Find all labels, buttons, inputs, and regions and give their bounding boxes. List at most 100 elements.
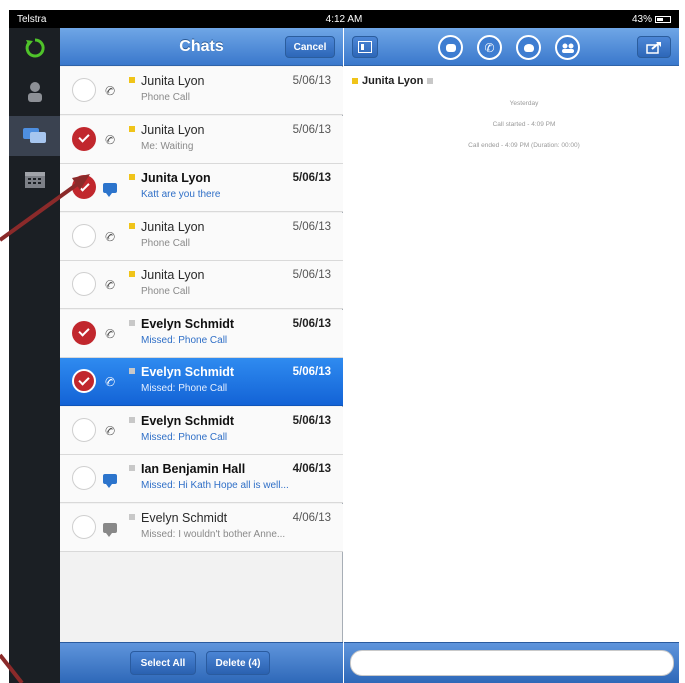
selection-checkbox[interactable]	[72, 369, 96, 393]
message-date: 5/06/13	[292, 366, 331, 378]
chat-list-item[interactable]: Evelyn Schmidt Missed: I wouldn't bother …	[60, 503, 343, 552]
carrier-label: Telstra	[17, 13, 47, 25]
message-preview: Missed: Phone Call	[141, 383, 228, 394]
contact-name: Evelyn Schmidt	[141, 510, 228, 525]
chat-list-item[interactable]: ✆ Junita Lyon Phone Call 5/06/13	[60, 67, 343, 115]
person-icon	[27, 82, 42, 102]
presence-indicator	[129, 465, 135, 471]
contact-name: Evelyn Schmidt	[141, 413, 235, 428]
app-sidebar	[9, 28, 60, 683]
chat-list-item[interactable]: ✆ Evelyn Schmidt Missed: Phone Call 5/06/13	[60, 309, 343, 358]
phone-icon: ✆	[484, 40, 495, 55]
chat-bubble-gray-icon	[102, 520, 118, 537]
chat-list-item[interactable]: Ian Benjamin Hall Missed: Hi Kath Hope al…	[60, 455, 343, 503]
calendar-icon	[24, 172, 45, 188]
chat-list-header: Chats Cancel	[60, 28, 343, 66]
call-action-button[interactable]: ✆	[477, 35, 502, 60]
status-bar: Telstra 4:12 AM 43%	[9, 10, 679, 28]
contact-name: Junita Lyon	[141, 74, 205, 88]
call-started-line: Call started - 4:09 PM	[492, 121, 556, 128]
group-action-button[interactable]	[555, 35, 580, 60]
delete-button[interactable]: Delete (4)	[206, 651, 270, 675]
chat-list-item[interactable]: ✆ Junita Lyon Me: Waiting 5/06/13	[60, 115, 343, 164]
selection-checkbox[interactable]	[72, 320, 96, 345]
message-date: 5/06/13	[292, 269, 331, 281]
chat-list-item[interactable]: ✆ Junita Lyon Phone Call 5/06/13	[60, 261, 343, 309]
presence-indicator	[129, 174, 135, 180]
phone-icon: ✆	[102, 422, 118, 439]
select-all-button[interactable]: Select All	[130, 651, 196, 675]
share-button[interactable]	[637, 36, 671, 58]
presence-indicator	[129, 319, 135, 326]
contact-name: Evelyn Schmidt	[141, 365, 235, 379]
message-date: 5/06/13	[292, 414, 331, 427]
selection-checkbox[interactable]	[72, 223, 96, 248]
chat-list-panel: Chats Cancel ✆ Junita Lyon Phone Call 5/06/…	[60, 28, 343, 683]
message-preview: Missed: Hi Kath Hope all is well...	[141, 480, 289, 491]
presence-indicator	[129, 368, 135, 374]
conversation-contact: Junita Lyon	[352, 73, 434, 89]
rail-contacts-button[interactable]	[9, 72, 60, 112]
chat-bubble-icon	[102, 180, 118, 197]
rail-refresh-button[interactable]	[9, 28, 60, 68]
contact-name: Evelyn Schmidt	[141, 316, 235, 331]
voicemail-action-button[interactable]	[516, 35, 541, 60]
conversation-date: Yesterday	[509, 100, 539, 107]
presence-indicator	[129, 416, 135, 423]
voicemail-icon	[523, 43, 534, 52]
battery-icon	[655, 15, 671, 23]
selection-checkbox[interactable]	[72, 417, 96, 442]
conversation-panel: ✆ Junita Lyon Yesterday Call started - 4…	[344, 28, 679, 683]
cancel-button[interactable]: Cancel	[285, 36, 335, 58]
rail-chats-button[interactable]	[9, 116, 60, 156]
contact-name: Ian Benjamin Hall	[141, 462, 246, 476]
presence-indicator	[352, 78, 358, 84]
message-preview: Missed: Phone Call	[141, 334, 228, 346]
refresh-icon	[25, 38, 45, 58]
chat-list-item[interactable]: Junita Lyon Katt are you there 5/06/13	[60, 164, 343, 212]
contact-card-icon	[358, 41, 372, 53]
phone-icon: ✆	[102, 228, 118, 245]
conversation-contact-name: Junita Lyon	[362, 75, 424, 87]
chat-bubble-icon	[102, 471, 118, 488]
share-icon	[646, 41, 661, 54]
battery-percent: 43%	[631, 13, 652, 25]
phone-icon: ✆	[102, 276, 118, 294]
chat-icon	[445, 43, 456, 52]
chat-list-item[interactable]: ✆ Evelyn Schmidt Missed: Phone Call 5/06/13	[60, 406, 343, 455]
call-ended-line: Call ended - 4:09 PM (Duration: 00:00)	[468, 142, 580, 149]
message-input[interactable]	[350, 650, 674, 676]
presence-indicator	[129, 222, 135, 229]
selection-checkbox[interactable]	[72, 78, 96, 102]
contact-card-button[interactable]	[352, 36, 378, 58]
status-square-icon	[427, 78, 434, 84]
message-preview: Phone Call	[141, 286, 190, 297]
selection-checkbox[interactable]	[72, 126, 96, 151]
chat-list-footer: Select All Delete (4)	[60, 642, 343, 683]
clock: 4:12 AM	[325, 13, 363, 25]
message-preview: Phone Call	[141, 237, 190, 249]
chat-icon	[22, 128, 46, 143]
contact-name: Junita Lyon	[141, 268, 205, 282]
selection-checkbox[interactable]	[72, 272, 96, 296]
selection-checkbox[interactable]	[72, 466, 96, 490]
presence-indicator	[129, 125, 135, 132]
selection-checkbox[interactable]	[72, 514, 96, 539]
presence-indicator	[129, 77, 135, 83]
chat-action-button[interactable]	[438, 35, 463, 60]
message-preview: Katt are you there	[141, 189, 221, 200]
message-preview: Missed: Phone Call	[141, 431, 228, 443]
phone-icon: ✆	[102, 373, 118, 391]
contact-name: Junita Lyon	[141, 171, 211, 185]
message-date: 5/06/13	[292, 123, 331, 136]
phone-icon: ✆	[102, 325, 118, 342]
message-preview: Phone Call	[141, 92, 190, 103]
message-preview: Missed: I wouldn't bother Anne...	[141, 528, 286, 540]
presence-indicator	[129, 271, 135, 277]
chat-list-item[interactable]: ✆ Evelyn Schmidt Missed: Phone Call 5/06/13	[60, 358, 343, 406]
selection-checkbox[interactable]	[72, 175, 96, 199]
message-date: 5/06/13	[292, 220, 331, 233]
chat-list-item[interactable]: ✆ Junita Lyon Phone Call 5/06/13	[60, 212, 343, 261]
presence-indicator	[129, 513, 135, 520]
rail-calendar-button[interactable]	[9, 160, 60, 200]
